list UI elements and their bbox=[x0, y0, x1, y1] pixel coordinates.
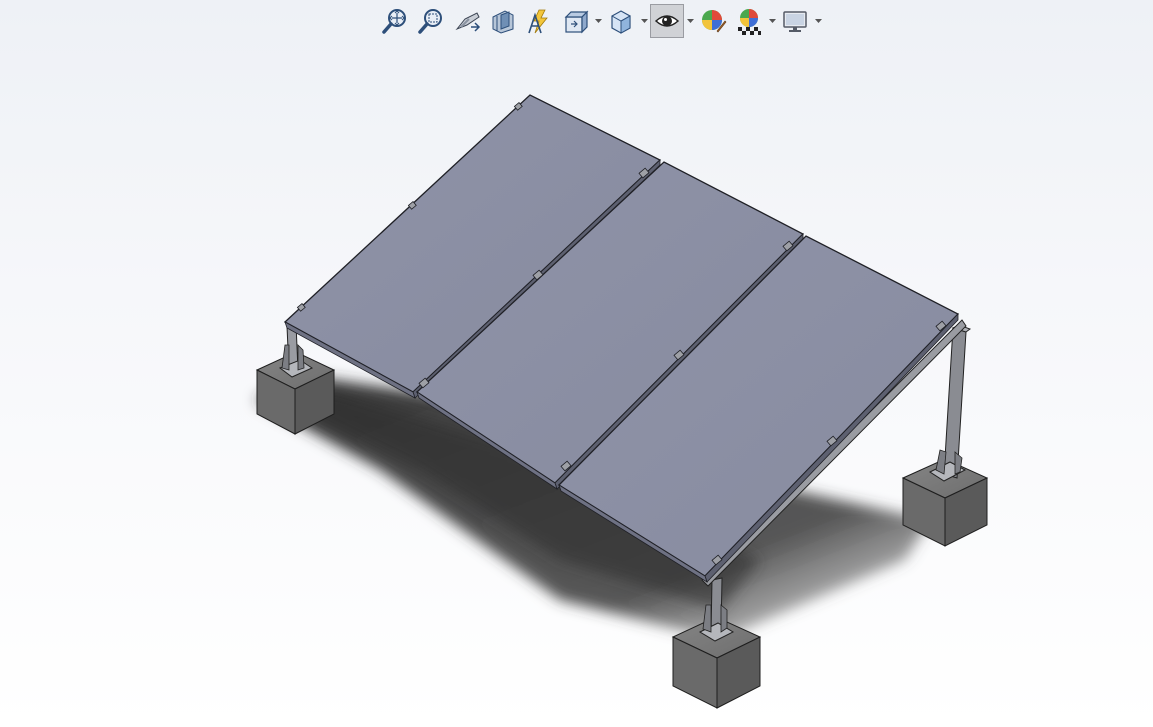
zoom-to-fit-button[interactable] bbox=[378, 4, 412, 38]
apply-scene-button[interactable] bbox=[732, 4, 766, 38]
section-view-icon bbox=[492, 10, 514, 34]
view-orientation-button[interactable] bbox=[558, 4, 592, 38]
view-settings-dropdown[interactable] bbox=[814, 4, 822, 38]
view-settings-icon bbox=[783, 11, 807, 32]
section-view-button[interactable] bbox=[486, 4, 520, 38]
chevron-down-icon bbox=[814, 18, 822, 23]
display-style-button[interactable] bbox=[604, 4, 638, 38]
graphics-viewport[interactable] bbox=[0, 0, 1153, 727]
previous-view-button[interactable] bbox=[450, 4, 484, 38]
display-style-dropdown[interactable] bbox=[640, 4, 648, 38]
hide-show-items-button[interactable] bbox=[650, 4, 684, 38]
solar-array-model[interactable] bbox=[0, 0, 1153, 727]
apply-scene-dropdown[interactable] bbox=[768, 4, 776, 38]
hide-show-items-icon bbox=[654, 15, 680, 27]
previous-view-icon bbox=[455, 12, 481, 32]
view-orientation-dropdown[interactable] bbox=[594, 4, 602, 38]
edit-appearance-icon bbox=[702, 10, 727, 33]
zoom-to-area-button[interactable] bbox=[414, 4, 448, 38]
chevron-down-icon bbox=[686, 18, 694, 23]
dynamic-annotation-view-icon bbox=[528, 9, 548, 34]
heads-up-view-toolbar bbox=[378, 2, 822, 40]
hide-show-items-dropdown[interactable] bbox=[686, 4, 694, 38]
edit-appearance-button[interactable] bbox=[696, 4, 730, 38]
zoom-to-fit-icon bbox=[382, 9, 406, 34]
view-settings-button[interactable] bbox=[778, 4, 812, 38]
display-style-icon bbox=[611, 10, 631, 34]
chevron-down-icon bbox=[640, 18, 648, 23]
chevron-down-icon bbox=[594, 18, 602, 23]
view-orientation-icon bbox=[564, 10, 589, 34]
zoom-to-area-icon bbox=[418, 9, 442, 34]
dynamic-annotation-view-button[interactable] bbox=[522, 4, 556, 38]
chevron-down-icon bbox=[768, 18, 776, 23]
apply-scene-icon bbox=[738, 9, 761, 35]
